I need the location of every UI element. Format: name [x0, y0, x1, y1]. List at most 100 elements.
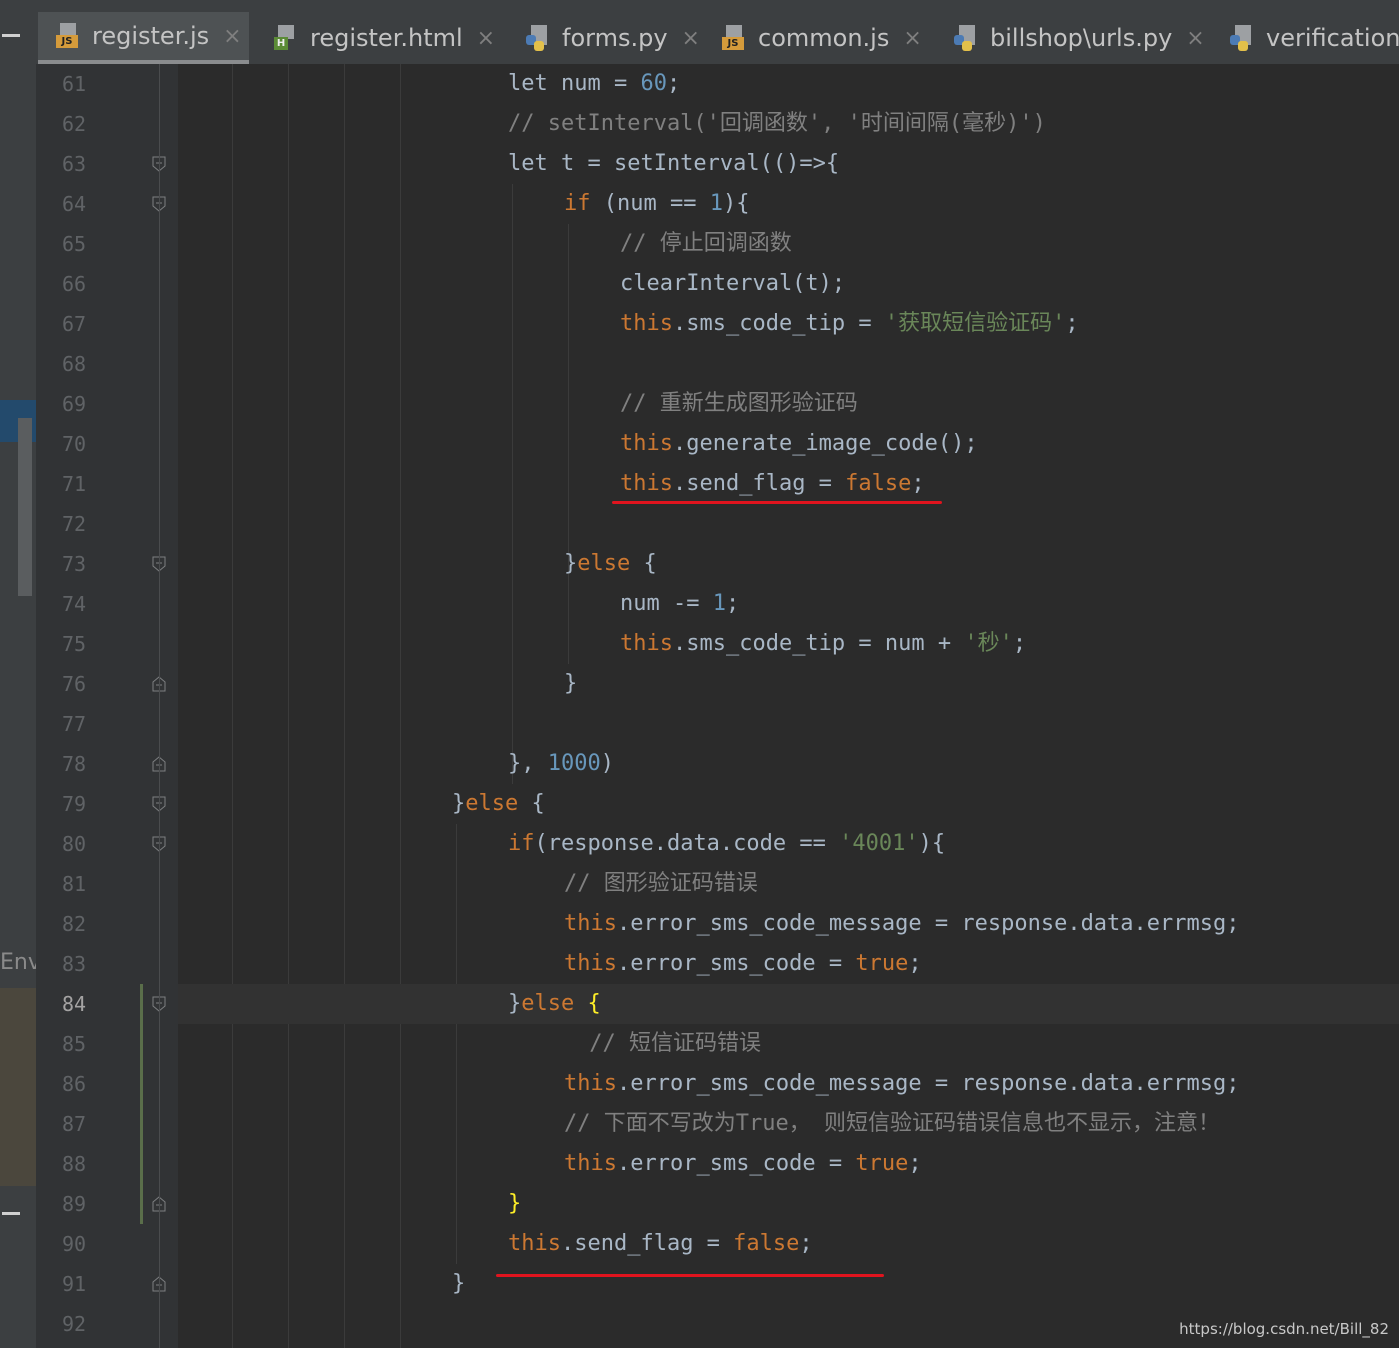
code-text: this.send_flag = false; [508, 1224, 813, 1264]
code-token: true [855, 951, 909, 976]
code-token: ){ [918, 831, 946, 856]
code-token: (num == [590, 191, 710, 216]
tab-5[interactable]: billshop\urls.py × [936, 12, 1205, 64]
code-line[interactable]: num -= 1; [178, 584, 1399, 624]
code-line[interactable] [178, 704, 1399, 744]
code-token: this [620, 631, 673, 656]
js-file-icon: JS [722, 25, 746, 51]
code-token: ; [725, 591, 740, 616]
code-line[interactable]: this.sms_code_tip = '获取短信验证码'; [178, 304, 1399, 344]
red-annotation-underline [496, 1274, 884, 1277]
code-token: }, [508, 751, 548, 776]
code-line[interactable]: this.sms_code_tip = num + '秒'; [178, 624, 1399, 664]
code-line[interactable]: // 下面不写改为True， 则短信验证码错误信息也不显示，注意！ [178, 1104, 1399, 1144]
code-line[interactable]: }else { [178, 784, 1399, 824]
line-number-gutter: 61 62 63 64 65 66 67 68 69 70 71 72 73 74 75 76 77 78 79 80… [36, 64, 178, 1348]
code-token: // 短信证码错误 [576, 1031, 761, 1056]
code-text: // 图形验证码错误 [564, 864, 758, 904]
tab-2[interactable]: Hregister.html × [256, 12, 496, 64]
code-line[interactable]: } [178, 664, 1399, 704]
close-tab-icon[interactable]: × [1186, 26, 1204, 51]
close-tab-icon[interactable]: × [223, 24, 241, 49]
code-line[interactable]: let num = 60; [178, 64, 1399, 104]
python-file-icon [954, 25, 978, 51]
line-number: 63 [62, 152, 87, 176]
code-line[interactable]: // 停止回调函数 [178, 224, 1399, 264]
code-line[interactable]: }else { [178, 984, 1399, 1024]
close-tab-icon[interactable]: × [682, 26, 700, 51]
line-number: 70 [62, 432, 87, 456]
code-token: num -= [620, 591, 713, 616]
code-line[interactable]: clearInterval(t); [178, 264, 1399, 304]
code-token: // 停止回调函数 [620, 231, 792, 256]
minimize-icon[interactable] [2, 34, 20, 37]
line-number: 86 [62, 1072, 87, 1096]
code-token: // setInterval('回调函数', '时间间隔(毫秒)') [508, 111, 1046, 136]
line-number: 81 [62, 872, 87, 896]
code-line[interactable]: }else { [178, 544, 1399, 584]
tab-1[interactable]: JS register.js × [38, 12, 249, 64]
code-text: }else { [452, 784, 545, 824]
code-text: num -= 1; [620, 584, 739, 624]
code-text: if (num == 1){ [564, 184, 749, 224]
minimize-icon-lower[interactable] [2, 1212, 20, 1215]
tab-label: verifications\ [1266, 24, 1399, 52]
watermark: https://blog.csdn.net/Bill_82 [1179, 1320, 1389, 1338]
line-number: 67 [62, 312, 87, 336]
code-text: // setInterval('回调函数', '时间间隔(毫秒)') [508, 104, 1046, 144]
code-line[interactable]: // 图形验证码错误 [178, 864, 1399, 904]
code-token: ; [799, 1231, 813, 1256]
code-line[interactable]: this.error_sms_code_message = response.d… [178, 904, 1399, 944]
code-line[interactable]: this.error_sms_code_message = response.d… [178, 1064, 1399, 1104]
code-token: if [508, 831, 535, 856]
code-token: ; [1012, 631, 1027, 656]
code-text: } [452, 1264, 465, 1304]
line-number: 79 [62, 792, 87, 816]
code-line[interactable]: // 短信证码错误 [178, 1024, 1399, 1064]
code-line[interactable]: } [178, 1184, 1399, 1224]
code-line[interactable] [178, 344, 1399, 384]
code-token: ) [600, 751, 614, 776]
code-line[interactable]: this.send_flag = false; [178, 1224, 1399, 1264]
tab-4[interactable]: JS common.js × [704, 12, 924, 64]
close-tab-icon[interactable]: × [903, 26, 921, 51]
code-text: }else { [508, 984, 601, 1024]
code-line[interactable]: this.generate_image_code(); [178, 424, 1399, 464]
code-line[interactable]: // 重新生成图形验证码 [178, 384, 1399, 424]
code-token: if [564, 191, 591, 216]
code-line[interactable]: this.error_sms_code = true; [178, 1144, 1399, 1184]
left-tool-strip: Env [0, 0, 36, 1348]
code-text: let t = setInterval(()=>{ [508, 144, 839, 184]
code-token: false [845, 471, 912, 496]
close-tab-icon[interactable]: × [477, 26, 495, 51]
code-text: this.send_flag = false; [620, 464, 925, 504]
code-token: .sms_code_tip = num + [672, 631, 965, 656]
line-number: 66 [62, 272, 87, 296]
code-line[interactable]: } [178, 1264, 1399, 1304]
red-annotation-underline [612, 501, 942, 504]
code-token: this [620, 431, 673, 456]
code-text: this.error_sms_code_message = response.d… [564, 1064, 1240, 1104]
tool-window-scrollbar[interactable] [18, 418, 32, 596]
code-line[interactable]: if(response.data.code == '4001'){ [178, 824, 1399, 864]
html-file-icon: H [274, 25, 298, 51]
code-token: ; [1065, 311, 1079, 336]
code-line[interactable]: this.send_flag = false; [178, 464, 1399, 504]
line-number: 74 [62, 592, 87, 616]
code-line[interactable]: if (num == 1){ [178, 184, 1399, 224]
line-number: 64 [62, 192, 87, 216]
code-line[interactable]: // setInterval('回调函数', '时间间隔(毫秒)') [178, 104, 1399, 144]
tab-3[interactable]: forms.py × [508, 12, 700, 64]
code-token: this [564, 1151, 617, 1176]
code-line[interactable]: }, 1000) [178, 744, 1399, 784]
line-number: 71 [62, 472, 87, 496]
code-text: }, 1000) [508, 744, 614, 784]
vcs-change-marker[interactable] [140, 984, 143, 1224]
code-editor[interactable]: let num = 60; // setInterval('回调函数', '时间间… [178, 64, 1399, 1348]
code-token: } [564, 551, 578, 576]
code-text: this.error_sms_code_message = response.d… [564, 904, 1240, 944]
code-line[interactable]: this.error_sms_code = true; [178, 944, 1399, 984]
code-line[interactable] [178, 504, 1399, 544]
code-line[interactable]: let t = setInterval(()=>{ [178, 144, 1399, 184]
tab-6[interactable]: verifications\ [1212, 12, 1399, 64]
